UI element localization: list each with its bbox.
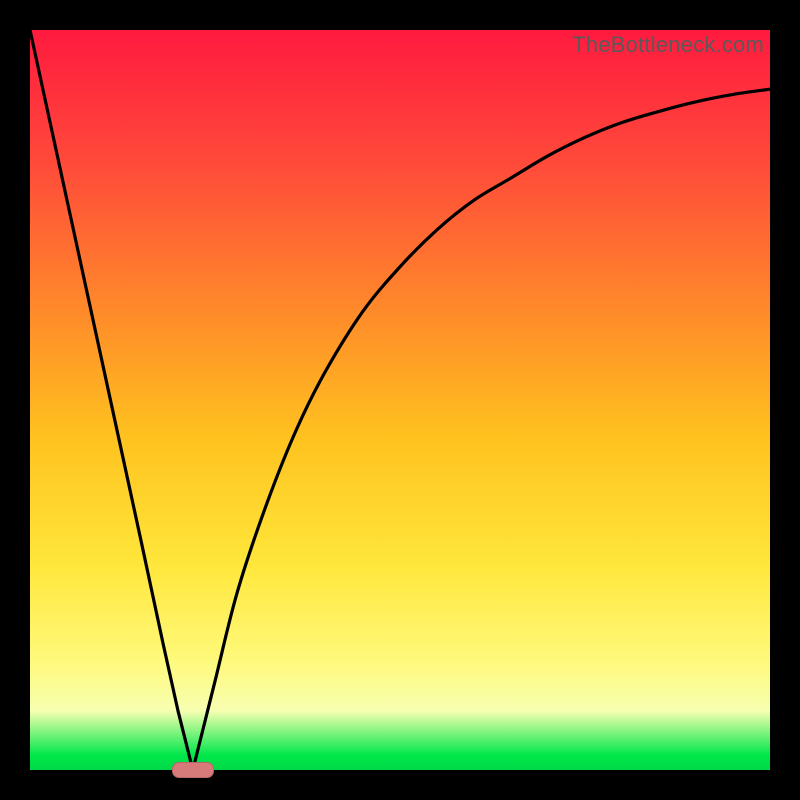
curve-path: [30, 30, 770, 770]
chart-frame: TheBottleneck.com: [0, 0, 800, 800]
plot-area: TheBottleneck.com: [30, 30, 770, 770]
optimum-marker: [172, 762, 214, 778]
bottleneck-curve: [30, 30, 770, 770]
